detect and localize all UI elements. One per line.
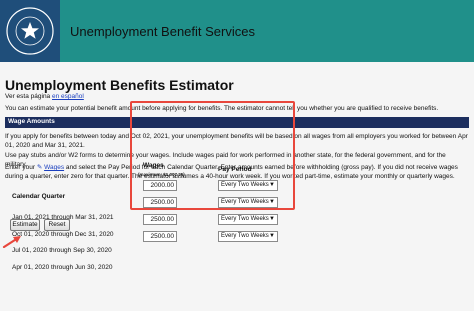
highlight-box xyxy=(130,101,295,210)
quarter-label: Apr 01, 2020 through Jun 30, 2020 xyxy=(12,264,113,271)
chevron-down-icon: ▼ xyxy=(269,182,275,188)
col-wages-header: Wages xyxy=(143,162,164,169)
wages-link[interactable]: Wages xyxy=(44,164,64,171)
col-quarter-header: Calendar Quarter xyxy=(12,193,66,200)
spanish-link[interactable]: en español xyxy=(52,93,84,100)
chevron-down-icon: ▼ xyxy=(269,199,275,205)
quarter-label: Oct 01, 2020 through Dec 31, 2020 xyxy=(12,231,114,238)
wages-input[interactable]: 2500.00 xyxy=(143,214,177,225)
site-title: Unemployment Benefit Services xyxy=(70,24,255,39)
seal-icon xyxy=(6,7,54,55)
chevron-down-icon: ▼ xyxy=(269,216,275,222)
wages-input[interactable]: 2500.00 xyxy=(143,231,177,242)
page-title: Unemployment Benefits Estimator xyxy=(5,77,234,93)
reset-button[interactable]: Reset xyxy=(44,219,70,231)
language-line: Ver esta página en español xyxy=(5,93,84,100)
pay-period-select[interactable]: Every Two Weeks ▼ xyxy=(218,214,278,225)
pay-period-select[interactable]: Every Two Weeks ▼ xyxy=(218,180,278,191)
spanish-prefix: Ver esta página xyxy=(5,93,51,100)
section-title: Wage Amounts xyxy=(8,118,55,125)
col-wages-max: (maximum: $1,007.25) xyxy=(138,172,185,177)
site-header: Unemployment Benefit Services xyxy=(0,0,474,62)
pay-period-select[interactable]: Every Two Weeks ▼ xyxy=(218,197,278,208)
wages-help-icon[interactable]: ✎ xyxy=(37,164,42,171)
wages-input[interactable]: 2000.00 xyxy=(143,180,177,191)
chevron-down-icon: ▼ xyxy=(269,233,275,239)
quarter-label: Jul 01, 2020 through Sep 30, 2020 xyxy=(12,247,112,254)
wages-input[interactable]: 2500.00 xyxy=(143,197,177,208)
estimate-button[interactable]: Estimate xyxy=(10,219,40,231)
col-period-header: Pay Period xyxy=(218,166,252,173)
pay-period-select[interactable]: Every Two Weeks ▼ xyxy=(218,231,278,242)
twc-logo[interactable] xyxy=(0,0,60,62)
pointer-arrow-icon xyxy=(2,236,21,248)
